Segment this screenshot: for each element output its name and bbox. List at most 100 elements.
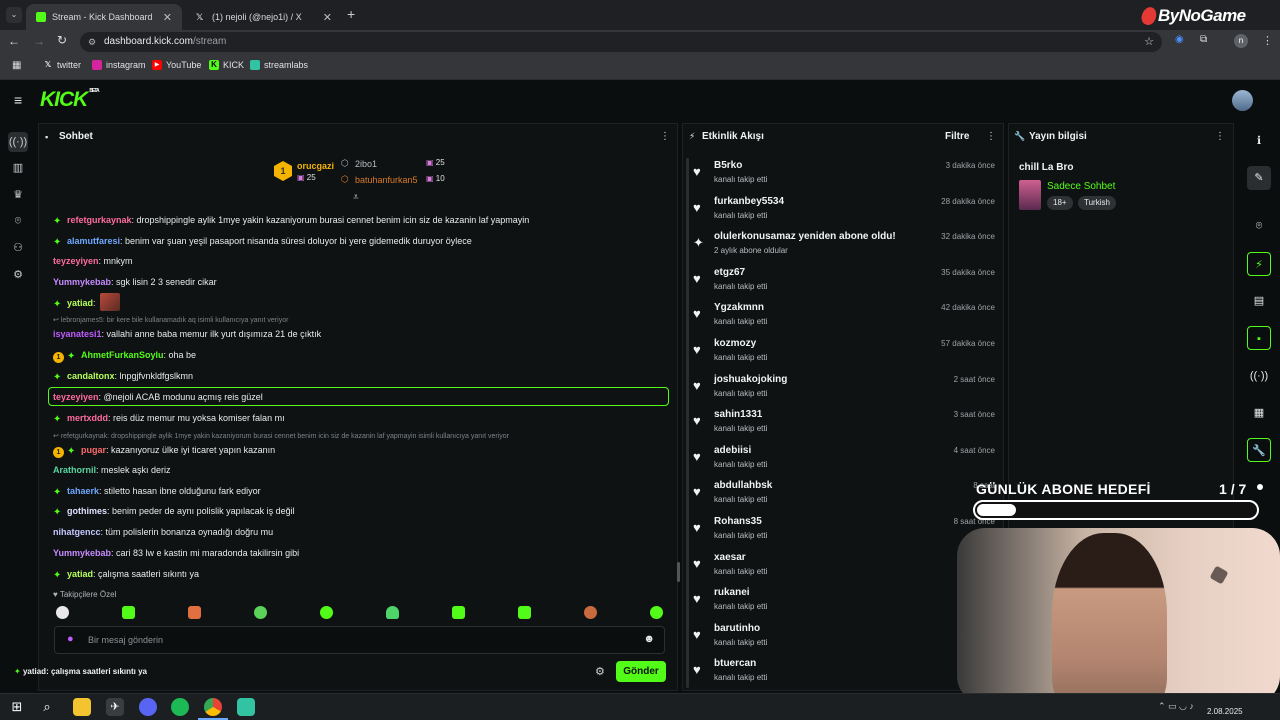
chat-scrollbar[interactable] — [677, 562, 680, 582]
bookmark-star-icon[interactable]: ☆ — [1144, 32, 1154, 52]
chrome-icon[interactable] — [204, 698, 222, 716]
chat-username[interactable]: teyzeyiyen — [53, 256, 99, 266]
tag-language[interactable]: Turkish — [1078, 196, 1116, 210]
search-icon[interactable]: ⌕ — [38, 698, 56, 716]
activity-item[interactable]: ♥ B5rko kanalı takip etti 3 dakika önce — [688, 158, 998, 192]
bookmark-twitter[interactable]: 𝕏twitter — [43, 60, 81, 70]
chat-username[interactable]: refetgurkaynak — [67, 215, 132, 225]
chat-username[interactable]: gothimes — [67, 506, 107, 516]
send-button[interactable]: Gönder — [616, 661, 666, 682]
camera-rail-icon[interactable]: ⌾ — [8, 211, 28, 231]
chat-menu-icon[interactable]: ⋮ — [660, 131, 670, 142]
file-explorer-icon[interactable] — [73, 698, 91, 716]
chat-settings-icon[interactable]: ⚙ — [595, 665, 605, 678]
kick-logo[interactable]: KICK BETA — [40, 88, 100, 112]
microphone-icon[interactable]: ● — [67, 633, 74, 645]
emote-green-laugh[interactable] — [650, 606, 663, 619]
chat-username[interactable]: yatiad — [67, 569, 93, 579]
activity-scrollbar[interactable] — [686, 158, 689, 688]
filter-button[interactable]: Filtre — [945, 131, 969, 142]
bookmark-instagram[interactable]: instagram — [92, 60, 146, 70]
category-thumbnail[interactable] — [1019, 180, 1041, 210]
tag-mature[interactable]: 18+ — [1047, 196, 1073, 210]
chat-username[interactable]: Yummykebab — [53, 548, 111, 558]
activity-item[interactable]: ♥ kozmozy kanalı takip etti 57 dakika önce — [688, 336, 998, 370]
spotify-icon[interactable] — [171, 698, 189, 716]
activity-item[interactable]: ♥rukaneikanalı takip etti15 — [688, 585, 998, 619]
user-avatar[interactable] — [1232, 90, 1253, 111]
chat-rail-icon[interactable]: ▪ — [1247, 326, 1271, 350]
stream-rail-icon[interactable]: ((·)) — [8, 132, 28, 152]
emote-green-blob[interactable] — [518, 606, 531, 619]
tab-search-button[interactable]: ⌄ — [6, 7, 22, 23]
chat-username[interactable]: AhmetFurkanSoylu — [81, 350, 164, 360]
broadcast-icon[interactable]: ((·)) — [1247, 364, 1271, 388]
activity-item[interactable]: ♥ etgz67 kanalı takip etti 35 dakika önce — [688, 265, 998, 299]
emote-frog[interactable] — [320, 606, 333, 619]
site-info-icon[interactable]: ⚙ — [88, 32, 96, 52]
reload-icon[interactable]: ↻ — [57, 33, 67, 47]
activity-item[interactable]: ♥ furkanbey5534 kanalı takip etti 28 dakika… — [688, 194, 998, 228]
back-icon[interactable]: ← — [8, 34, 20, 48]
wrench-rail-icon[interactable]: 🔧 — [1247, 438, 1271, 462]
activity-item[interactable]: ♥ Ygzakmnn kanalı takip etti 42 dakika önce — [688, 300, 998, 334]
emote-round-green[interactable] — [254, 606, 267, 619]
bookmark-streamlabs[interactable]: streamlabs — [250, 60, 308, 70]
stream-info-menu-icon[interactable]: ⋮ — [1215, 131, 1225, 142]
category-link[interactable]: Sadece Sohbet — [1047, 181, 1115, 192]
tray-icons[interactable]: ⌃ ▭ ◡ ♪ — [1158, 701, 1194, 712]
chat-username[interactable]: yatiad — [67, 298, 93, 308]
streamlabs-taskbar-icon[interactable] — [237, 698, 255, 716]
activity-item[interactable]: ♥ adebiisi kanalı takip etti 4 saat önce — [688, 443, 998, 477]
activity-item[interactable]: ♥btuercankanalı takip etti18 — [688, 656, 998, 690]
extension-icon[interactable]: ◉ — [1175, 34, 1184, 45]
activity-item[interactable]: ♥barutinhokanalı takip etti15 — [688, 621, 998, 655]
printer-icon[interactable]: ▦ — [1247, 401, 1271, 425]
browser-menu-icon[interactable]: ⋮ — [1262, 34, 1273, 47]
hamburger-menu-icon[interactable]: ≡ — [14, 92, 22, 108]
tab-x-profile[interactable]: 𝕏 (1) nejoli (@nejo1i) / X ✕ — [186, 4, 342, 30]
leader-first-name[interactable]: orucgazi — [297, 161, 334, 171]
emote-kick-green[interactable] — [122, 606, 135, 619]
activity-item[interactable]: ♥ sahin1331 kanalı takip etti 3 saat önce — [688, 407, 998, 441]
emote-green-cap[interactable] — [386, 606, 399, 619]
bookmark-kick[interactable]: K KICK — [209, 60, 244, 70]
leader-second-name[interactable]: 2ibo1 — [355, 159, 377, 169]
analytics-rail-icon[interactable]: ▥ — [8, 158, 28, 178]
chat-username[interactable]: isyanatesi1 — [53, 329, 102, 339]
extensions-puzzle-icon[interactable]: ⧉ — [1200, 34, 1207, 45]
close-tab-icon[interactable]: ✕ — [163, 11, 172, 24]
app-icon[interactable]: ✈ — [106, 698, 124, 716]
chat-username[interactable]: nihatgencc — [53, 527, 101, 537]
activity-item[interactable]: ♥ abdullahbsk kanalı takip etti 8 saat — [688, 478, 998, 512]
emoji-picker-icon[interactable]: ☻ — [643, 633, 655, 645]
lightning-rail-icon[interactable]: ⚡ — [1247, 252, 1271, 276]
forward-icon[interactable]: → — [33, 34, 45, 48]
edit-icon[interactable]: ✎ — [1247, 166, 1271, 190]
settings-rail-icon[interactable]: ⚙ — [8, 265, 28, 285]
profile-avatar[interactable]: n — [1234, 34, 1248, 48]
apps-grid-icon[interactable]: ▦ — [12, 60, 21, 71]
activity-menu-icon[interactable]: ⋮ — [986, 131, 996, 142]
emote-green-face[interactable] — [452, 606, 465, 619]
emote-mushroom[interactable] — [584, 606, 597, 619]
chat-username[interactable]: teyzeyiyen — [53, 392, 99, 402]
chat-message-input[interactable]: ● Bir mesaj gönderin ☻ — [54, 626, 665, 654]
url-field[interactable]: ⚙ dashboard.kick.com/stream ☆ — [80, 32, 1162, 52]
discord-icon[interactable] — [139, 698, 157, 716]
emote-ghost[interactable] — [56, 606, 69, 619]
info-icon[interactable]: ℹ — [1247, 129, 1271, 153]
bookmark-youtube[interactable]: ▶ YouTube — [152, 60, 201, 70]
windows-start-icon[interactable]: ⊞ — [8, 698, 26, 716]
activity-item[interactable]: ♥ joshuakojoking kanalı takip etti 2 saat ö… — [688, 372, 998, 406]
chat-username[interactable]: Yummykebab — [53, 277, 111, 287]
emote-orange[interactable] — [188, 606, 201, 619]
expand-leaderboard-icon[interactable]: ⩡ — [353, 192, 359, 203]
tab-kick-dashboard[interactable]: Stream - Kick Dashboard ✕ — [26, 4, 182, 30]
leader-third-name[interactable]: batuhanfurkan5 — [355, 175, 418, 185]
activity-item[interactable]: ♥ Rohans35 kanalı takip etti 8 saat önce — [688, 514, 998, 548]
community-rail-icon[interactable]: ⚇ — [8, 238, 28, 258]
activity-item[interactable]: ✦ olulerkonusamaz yeniden abone oldu! 2 ay… — [688, 229, 998, 263]
chat-username[interactable]: alamutfaresi — [67, 236, 120, 246]
new-tab-button[interactable]: + — [347, 6, 355, 22]
